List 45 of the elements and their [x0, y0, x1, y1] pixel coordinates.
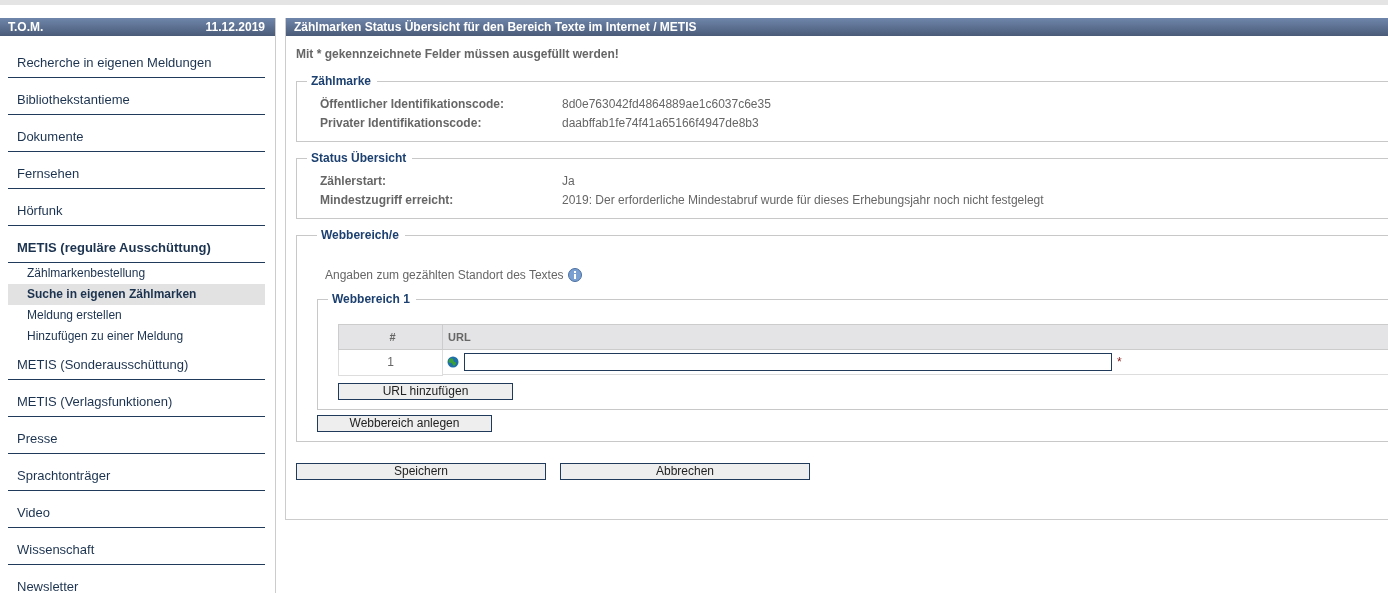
field-label: Öffentlicher Identifikationscode:: [320, 96, 506, 111]
nav-item[interactable]: Recherche in eigenen Meldungen: [8, 49, 265, 78]
field-label: Zählerstart:: [320, 173, 388, 188]
form-button[interactable]: Abbrechen: [560, 462, 810, 480]
add-url-button[interactable]: URL hinzufügen: [338, 382, 513, 400]
nav-subitem[interactable]: Zählmarkenbestellung: [8, 263, 265, 284]
webarea-legend: Webbereich 1: [328, 292, 416, 306]
field-value: 8d0e763042fd4864889ae1c6037c6e35: [562, 96, 772, 111]
required-mark: *: [1117, 355, 1122, 369]
section-legend: Webbereich/e: [317, 228, 405, 242]
section-legend: Zählmarke: [307, 74, 378, 88]
column-header: URL: [442, 324, 1388, 350]
column-header: #: [338, 324, 443, 350]
nav-subitem[interactable]: Suche in eigenen Zählmarken: [8, 284, 265, 305]
globe-icon: [447, 356, 459, 368]
field-label: Mindestzugriff erreicht:: [320, 192, 455, 207]
nav-item[interactable]: Presse: [8, 425, 265, 454]
nav-item[interactable]: Hörfunk: [8, 197, 265, 226]
nav-subitem[interactable]: Meldung erstellen: [8, 305, 265, 326]
nav-item[interactable]: Sprachtonträger: [8, 462, 265, 491]
required-note: Mit * gekennzeichnete Felder müssen ausgefüllt werden!: [295, 46, 620, 63]
nav-subitem[interactable]: Hinzufügen zu einer Meldung: [8, 326, 265, 347]
section-legend: Status Übersicht: [307, 151, 413, 165]
nav-item[interactable]: METIS (Sonderausschüttung): [8, 351, 265, 380]
nav-item[interactable]: Dokumente: [8, 123, 265, 152]
field-value: 2019: Der erforderliche Mindestabruf wurde für dieses Erhebungsjahr noch nicht festgelegt: [562, 192, 1045, 207]
field-value: Ja: [562, 173, 576, 188]
field-value: daabffab1fe74f41a65166f4947de8b3: [562, 115, 760, 130]
nav-item[interactable]: Bibliothekstantieme: [8, 86, 265, 115]
date-label: 11.12.2019: [205, 20, 265, 34]
nav-item[interactable]: Video: [8, 499, 265, 528]
nav-item[interactable]: METIS (reguläre Ausschüttung): [8, 234, 265, 263]
hint-text: Angaben zum gezählten Standort des Textes: [325, 268, 564, 282]
nav-item[interactable]: Fernsehen: [8, 160, 265, 189]
app-title: T.O.M.: [8, 20, 44, 34]
table-cell: 1: [338, 349, 443, 375]
nav-item[interactable]: Wissenschaft: [8, 536, 265, 565]
field-label: Privater Identifikationscode:: [320, 115, 483, 130]
page-title: Zählmarken Status Übersicht für den Bereich Texte im Internet / METIS: [294, 20, 697, 34]
nav-item[interactable]: METIS (Verlagsfunktionen): [8, 388, 265, 417]
add-webarea-button[interactable]: Webbereich anlegen: [317, 414, 492, 432]
url-input[interactable]: [464, 353, 1112, 371]
info-icon[interactable]: [567, 268, 582, 282]
form-button[interactable]: Speichern: [296, 462, 546, 480]
nav-item[interactable]: Newsletter: [8, 573, 265, 593]
